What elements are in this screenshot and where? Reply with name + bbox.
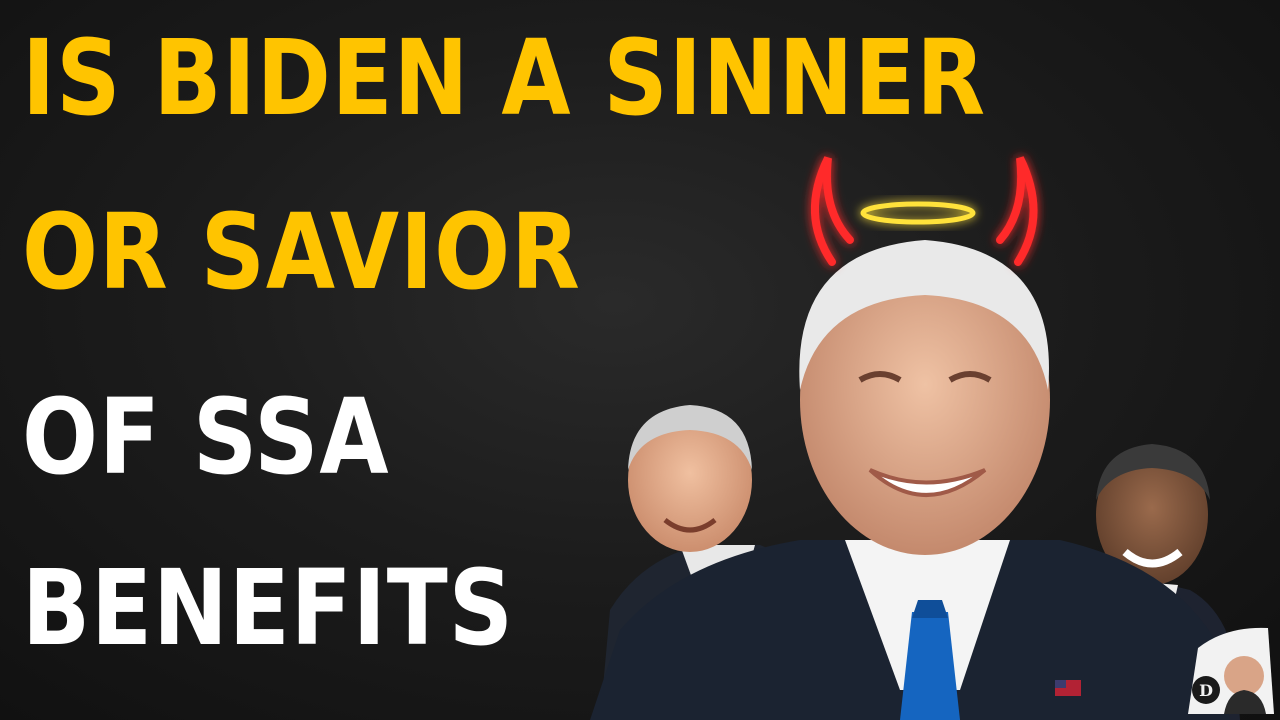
people-photo-layer [590,156,1240,720]
channel-logo-badge: D [1188,627,1274,714]
svg-text:D: D [1199,681,1213,700]
halo-icon [860,201,976,225]
thumbnail-canvas: IS BIDEN A SINNER OR SAVIOR OF SSA BENEF… [0,0,1280,720]
